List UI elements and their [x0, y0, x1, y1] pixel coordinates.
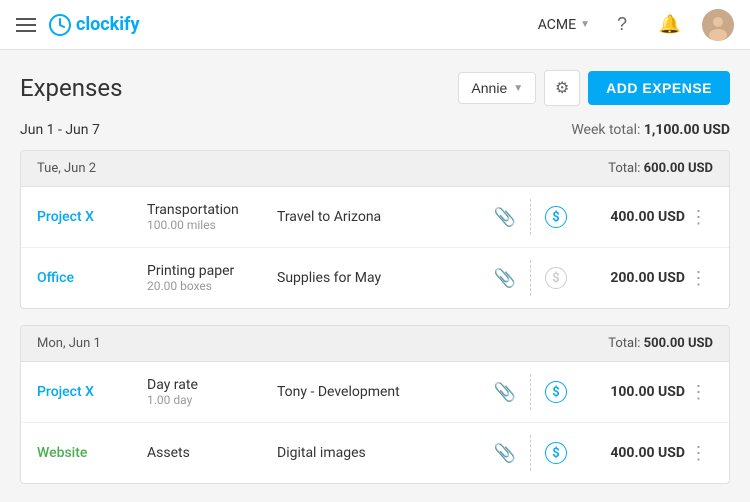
attachment-icon[interactable]: 📎 [494, 207, 516, 228]
week-total-value: 1,100.00 USD [644, 122, 730, 138]
item-sub: 20.00 boxes [147, 279, 277, 293]
group-total-label-2: Total: [608, 336, 640, 351]
logo-icon [48, 13, 72, 37]
week-total: Week total: 1,100.00 USD [571, 122, 730, 138]
group-total-value-1: 600.00 USD [644, 161, 713, 176]
item-cell: Transportation 100.00 miles [147, 202, 277, 232]
logo: clockify [48, 13, 140, 37]
group-total-1: Total: 600.00 USD [608, 161, 713, 176]
icons-cell: 📎 $ [494, 260, 567, 296]
page-header: Expenses Annie ▼ ⚙ ADD EXPENSE [20, 70, 730, 106]
table-row: Website Assets Digital images 📎 $ 400.00… [21, 423, 729, 483]
workspace-selector[interactable]: ACME ▼ [538, 17, 590, 33]
project-link[interactable]: Project X [37, 384, 94, 400]
description-cell: Digital images [277, 445, 494, 461]
date-range-row: Jun 1 - Jun 7 Week total: 1,100.00 USD [20, 122, 730, 138]
table-row: Project X Day rate 1.00 day Tony - Devel… [21, 362, 729, 423]
description-cell: Supplies for May [277, 270, 494, 286]
expense-group-2: Mon, Jun 1 Total: 500.00 USD Project X D… [20, 325, 730, 484]
workspace-label: ACME [538, 17, 576, 33]
description-cell: Travel to Arizona [277, 209, 494, 225]
attachment-icon[interactable]: 📎 [494, 268, 516, 289]
billable-icon[interactable]: $ [545, 206, 567, 228]
avatar[interactable] [702, 9, 734, 41]
icons-cell: 📎 $ [494, 199, 567, 235]
chevron-down-icon: ▼ [580, 19, 590, 30]
amount-cell: 200.00 USD [575, 270, 685, 286]
page-title: Expenses [20, 74, 123, 102]
help-button[interactable]: ? [606, 9, 638, 41]
item-sub: 1.00 day [147, 393, 277, 407]
date-range: Jun 1 - Jun 7 [20, 122, 100, 138]
group-total-2: Total: 500.00 USD [608, 336, 713, 351]
billable-icon[interactable]: $ [545, 381, 567, 403]
amount-cell: 100.00 USD [575, 384, 685, 400]
app-header: clockify ACME ▼ ? 🔔 [0, 0, 750, 50]
item-name: Printing paper [147, 263, 277, 279]
divider [530, 435, 531, 471]
row-menu-button[interactable]: ⋮ [685, 268, 713, 289]
notifications-button[interactable]: 🔔 [654, 9, 686, 41]
project-cell: Project X [37, 209, 147, 225]
row-menu-button[interactable]: ⋮ [685, 382, 713, 403]
project-cell: Project X [37, 384, 147, 400]
icons-cell: 📎 $ [494, 435, 567, 471]
table-row: Project X Transportation 100.00 miles Tr… [21, 187, 729, 248]
page-header-actions: Annie ▼ ⚙ ADD EXPENSE [458, 70, 730, 106]
divider [530, 374, 531, 410]
icons-cell: 📎 $ [494, 374, 567, 410]
expense-group-1: Tue, Jun 2 Total: 600.00 USD Project X T… [20, 150, 730, 309]
item-sub: 100.00 miles [147, 218, 277, 232]
group-header-1: Tue, Jun 2 Total: 600.00 USD [21, 151, 729, 187]
billable-icon[interactable]: $ [545, 442, 567, 464]
settings-button[interactable]: ⚙ [544, 70, 580, 106]
group-header-2: Mon, Jun 1 Total: 500.00 USD [21, 326, 729, 362]
user-filter-dropdown[interactable]: Annie ▼ [458, 72, 536, 104]
chevron-down-icon: ▼ [513, 83, 523, 94]
amount-cell: 400.00 USD [575, 209, 685, 225]
project-link[interactable]: Office [37, 270, 74, 286]
divider [530, 199, 531, 235]
item-cell: Assets [147, 445, 277, 461]
group-total-label-1: Total: [608, 161, 640, 176]
divider [530, 260, 531, 296]
avatar-image [702, 9, 734, 41]
amount-cell: 400.00 USD [575, 445, 685, 461]
row-menu-button[interactable]: ⋮ [685, 443, 713, 464]
group-total-value-2: 500.00 USD [644, 336, 713, 351]
week-total-label: Week total: [571, 122, 640, 138]
main-content: Expenses Annie ▼ ⚙ ADD EXPENSE Jun 1 - J… [0, 50, 750, 484]
item-name: Assets [147, 445, 277, 461]
row-menu-button[interactable]: ⋮ [685, 207, 713, 228]
item-cell: Day rate 1.00 day [147, 377, 277, 407]
add-expense-button[interactable]: ADD EXPENSE [588, 71, 730, 105]
item-name: Day rate [147, 377, 277, 393]
group-date-2: Mon, Jun 1 [37, 336, 101, 351]
project-cell: Website [37, 445, 147, 461]
item-name: Transportation [147, 202, 277, 218]
logo-text: clockify [76, 14, 140, 35]
hamburger-menu[interactable] [16, 18, 36, 32]
attachment-icon-inactive[interactable]: 📎 [494, 382, 516, 403]
item-cell: Printing paper 20.00 boxes [147, 263, 277, 293]
group-date-1: Tue, Jun 2 [37, 161, 96, 176]
project-cell: Office [37, 270, 147, 286]
user-filter-label: Annie [471, 80, 507, 96]
attachment-icon[interactable]: 📎 [494, 443, 516, 464]
project-link[interactable]: Website [37, 445, 87, 461]
header-right: ACME ▼ ? 🔔 [538, 9, 734, 41]
description-cell: Tony - Development [277, 384, 494, 400]
project-link[interactable]: Project X [37, 209, 94, 225]
billable-icon[interactable]: $ [545, 267, 567, 289]
table-row: Office Printing paper 20.00 boxes Suppli… [21, 248, 729, 308]
